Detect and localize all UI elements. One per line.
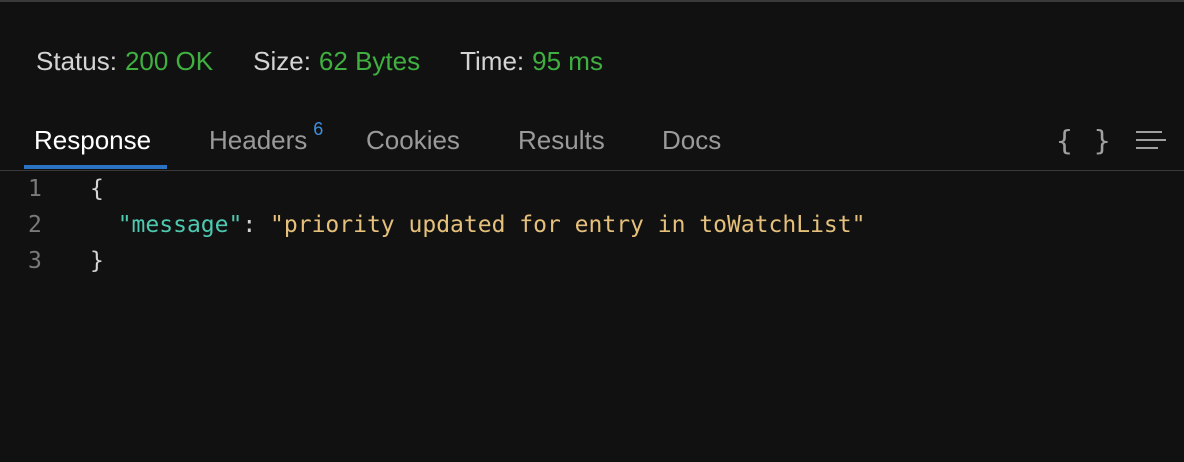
wrap-lines-icon[interactable] bbox=[1136, 130, 1166, 150]
tab-docs[interactable]: Docs bbox=[662, 112, 721, 168]
json-key: "message" bbox=[117, 212, 243, 238]
line-number: 3 bbox=[28, 248, 42, 274]
tab-cookies[interactable]: Cookies bbox=[366, 112, 460, 168]
status-label: Status: bbox=[36, 45, 117, 76]
time-label: Time: bbox=[460, 45, 525, 76]
tab-cookies-label: Cookies bbox=[366, 124, 460, 155]
status-stat: Status: 200 OK bbox=[36, 46, 213, 77]
json-string-value: "priority updated for entry in toWatchLi… bbox=[270, 212, 866, 238]
code-line: 3 } bbox=[0, 244, 1184, 278]
response-status-bar: Status: 200 OK Size: 62 Bytes Time: 95 m… bbox=[36, 44, 643, 78]
json-colon: : bbox=[242, 212, 271, 238]
status-value: 200 OK bbox=[124, 45, 214, 76]
json-close-brace: } bbox=[90, 248, 104, 274]
response-tabs: Response Headers 6 Cookies Results Docs bbox=[0, 112, 1184, 170]
json-entry: "message": "priority updated for entry i… bbox=[90, 212, 866, 238]
tab-results-label: Results bbox=[518, 124, 605, 155]
tab-results[interactable]: Results bbox=[518, 112, 605, 168]
time-stat: Time: 95 ms bbox=[460, 46, 603, 77]
size-label: Size: bbox=[253, 45, 311, 76]
tab-response[interactable]: Response bbox=[34, 112, 151, 168]
window-top-border bbox=[0, 0, 1184, 2]
code-line: 2 "message": "priority updated for entry… bbox=[0, 208, 1184, 242]
tab-headers-label: Headers bbox=[209, 124, 308, 155]
size-stat: Size: 62 Bytes bbox=[253, 46, 420, 77]
active-tab-indicator bbox=[24, 165, 167, 169]
tab-docs-label: Docs bbox=[662, 124, 722, 155]
json-open-brace: { bbox=[90, 176, 104, 202]
size-value: 62 Bytes bbox=[318, 45, 421, 76]
code-line: 1 { bbox=[0, 172, 1184, 206]
tab-response-label: Response bbox=[34, 124, 152, 155]
line-number: 2 bbox=[28, 212, 42, 238]
time-value: 95 ms bbox=[532, 45, 603, 76]
tabs-divider bbox=[0, 170, 1184, 171]
braces-icon[interactable]: { } bbox=[1056, 124, 1113, 157]
headers-count-badge: 6 bbox=[313, 118, 324, 139]
tab-headers[interactable]: Headers 6 bbox=[209, 112, 323, 168]
line-number: 1 bbox=[28, 176, 42, 202]
